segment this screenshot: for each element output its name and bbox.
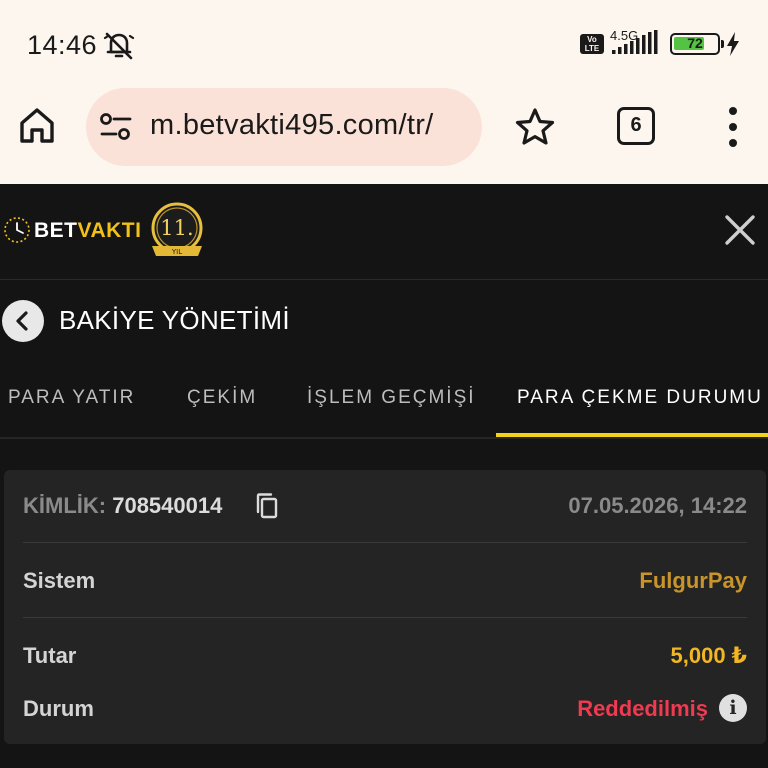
- brand-logo[interactable]: BETVAKTI: [34, 219, 141, 243]
- charging-bolt-icon: [727, 32, 739, 56]
- badge-sub: YIL: [171, 248, 182, 256]
- tab-withdraw[interactable]: ÇEKİM: [187, 387, 257, 409]
- bookmark-star-icon[interactable]: [514, 106, 556, 148]
- id-label: KİMLİK:: [23, 493, 107, 518]
- section-header: BAKİYE YÖNETİMİ: [0, 281, 768, 359]
- amount-label: Tutar: [23, 643, 77, 668]
- url-bar[interactable]: m.betvakti495.com/tr/: [86, 88, 482, 166]
- active-tab-indicator: [496, 433, 768, 437]
- chevron-left-icon: [16, 311, 28, 331]
- amount-value: 5,000 ₺: [670, 643, 747, 668]
- status-value: Reddedilmiş: [577, 696, 708, 721]
- amount-row: Tutar 5,000 ₺: [23, 643, 747, 673]
- browser-toolbar: m.betvakti495.com/tr/ 6: [0, 88, 768, 184]
- battery-icon: 72: [670, 33, 724, 55]
- system-label: Sistem: [23, 568, 96, 593]
- status-bar: 14:46 Vo LTE 4.5G 72: [0, 0, 768, 88]
- logo-vakti: VAKTI: [77, 219, 142, 242]
- id-row: KİMLİK: 708540014: [23, 493, 222, 519]
- app-header: BETVAKTI 11. YIL: [0, 184, 768, 280]
- tab-bar: PARA YATIR ÇEKİM İŞLEM GEÇMİŞİ PARA ÇEKM…: [0, 359, 768, 439]
- id-value: 708540014: [112, 493, 223, 518]
- status-time: 14:46: [27, 30, 98, 60]
- status-label: Durum: [23, 696, 94, 721]
- tab-deposit[interactable]: PARA YATIR: [8, 387, 135, 409]
- tab-switcher-icon[interactable]: 6: [617, 107, 655, 145]
- transaction-date: 07.05.2026, 14:22: [568, 493, 747, 518]
- system-value: FulgurPay: [639, 568, 747, 593]
- tab-transaction-history[interactable]: İŞLEM GEÇMİŞİ: [307, 387, 476, 409]
- url-text[interactable]: m.betvakti495.com/tr/: [150, 109, 434, 142]
- home-icon[interactable]: [18, 106, 56, 144]
- close-icon[interactable]: [722, 212, 758, 248]
- more-vert-icon[interactable]: [726, 106, 740, 148]
- back-button[interactable]: [2, 300, 44, 342]
- info-icon[interactable]: i: [719, 694, 747, 722]
- volte-badge: Vo LTE: [580, 34, 604, 54]
- anniversary-badge: 11. YIL: [151, 202, 203, 256]
- battery-level: 72: [687, 35, 703, 51]
- bell-off-icon: [103, 32, 135, 60]
- divider: [23, 617, 747, 618]
- tab-withdrawal-status[interactable]: PARA ÇEKME DURUMU: [517, 387, 763, 409]
- card-header-row: KİMLİK: 708540014 07.05.2026, 14:22: [23, 493, 747, 523]
- copy-icon[interactable]: [255, 492, 279, 520]
- badge-number: 11.: [160, 216, 193, 240]
- divider: [23, 542, 747, 543]
- withdrawal-card: KİMLİK: 708540014 07.05.2026, 14:22 Sist…: [4, 470, 766, 744]
- clock-logo-icon: [4, 217, 30, 243]
- status-row: Durum Reddedilmiş i: [23, 694, 747, 726]
- system-row: Sistem FulgurPay: [23, 568, 747, 598]
- page-title: BAKİYE YÖNETİMİ: [59, 305, 290, 335]
- signal-icon: [612, 30, 658, 54]
- site-settings-icon[interactable]: [100, 112, 132, 142]
- logo-bet: BET: [34, 219, 78, 242]
